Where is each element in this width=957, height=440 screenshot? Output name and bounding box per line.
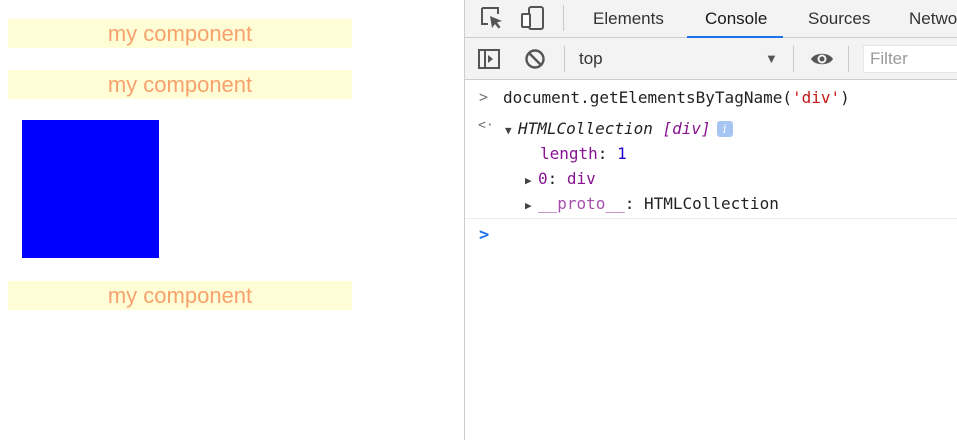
collapsed-triangle-icon[interactable]: ▶: [525, 174, 538, 187]
item-0-key: 0: [538, 169, 548, 188]
result-arrow-icon: <·: [478, 118, 494, 133]
tab-console[interactable]: Console: [686, 0, 784, 38]
length-value: 1: [617, 144, 627, 163]
toolbar-separator: [848, 46, 849, 72]
chevron-down-icon[interactable]: ▼: [765, 51, 778, 66]
input-chevron-icon: >: [479, 88, 489, 106]
item-0-property[interactable]: ▶ 0: div: [525, 169, 596, 188]
inspect-element-icon[interactable]: [479, 5, 505, 31]
toolbar-separator: [564, 46, 565, 72]
proto-property[interactable]: ▶ __proto__: HTMLCollection: [525, 194, 779, 213]
devtools-panel: Elements Console Sources Netwo top ▼ Fil…: [464, 0, 957, 440]
tab-elements[interactable]: Elements: [593, 0, 664, 37]
expanded-triangle-icon[interactable]: ▼: [505, 124, 518, 137]
result-bracket: [div]: [662, 119, 711, 138]
filter-input[interactable]: [863, 45, 957, 73]
eye-icon[interactable]: [810, 47, 834, 71]
tabbar-separator: [563, 5, 564, 31]
result-type: HTMLCollection: [518, 119, 653, 138]
length-property: length: 1: [540, 144, 627, 163]
device-toolbar-icon[interactable]: [520, 5, 546, 31]
command-argument: 'div': [791, 88, 841, 107]
page-viewport: my component my component my component: [0, 0, 464, 440]
clear-console-icon[interactable]: [523, 47, 547, 71]
collapsed-triangle-icon[interactable]: ▶: [525, 199, 538, 212]
console-input-line[interactable]: document.getElementsByTagName('div'): [503, 88, 850, 107]
tab-network[interactable]: Netwo: [909, 0, 957, 37]
console-toolbar: top ▼: [465, 38, 957, 80]
console-prompt-icon[interactable]: >: [479, 225, 489, 245]
blue-box: [22, 120, 159, 258]
proto-value: HTMLCollection: [643, 194, 779, 213]
devtools-tab-bar: Elements Console Sources Netwo: [465, 0, 957, 38]
item-0-value: div: [566, 169, 596, 188]
tab-sources[interactable]: Sources: [808, 0, 870, 37]
result-collection[interactable]: ▼ HTMLCollection [div] i: [505, 119, 733, 138]
toolbar-separator: [793, 46, 794, 72]
info-icon[interactable]: i: [716, 121, 733, 137]
proto-key: __proto__: [538, 194, 625, 213]
console-divider: [465, 218, 957, 219]
my-component-3: my component: [8, 281, 352, 310]
context-selector[interactable]: top: [579, 38, 603, 79]
command-text: document.getElementsByTagName(: [503, 88, 792, 107]
my-component-2: my component: [8, 70, 352, 99]
sidebar-toggle-icon[interactable]: [477, 47, 501, 71]
command-close: ): [840, 88, 850, 107]
console-output: > document.getElementsByTagName('div') <…: [465, 80, 957, 440]
my-component-1: my component: [8, 19, 352, 48]
length-key: length: [540, 144, 598, 163]
